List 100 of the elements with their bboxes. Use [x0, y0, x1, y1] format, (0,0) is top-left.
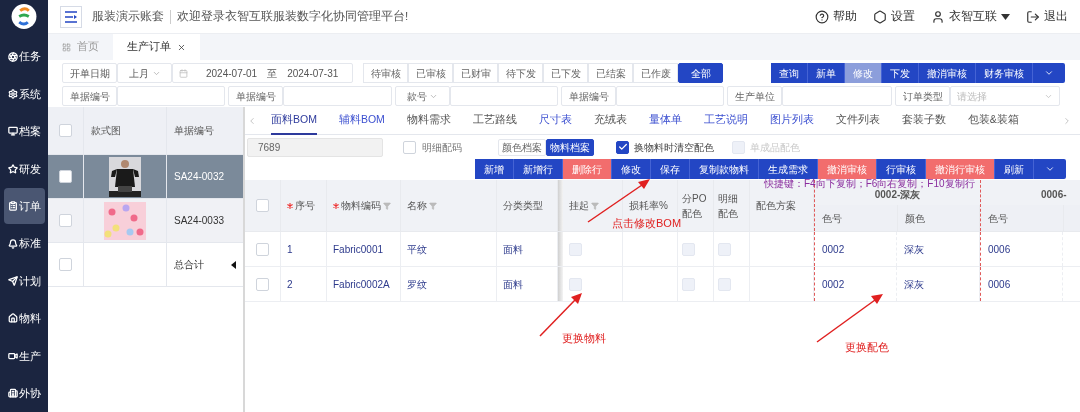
filter-icon[interactable]	[383, 201, 391, 210]
nav-item[interactable]: 计划	[3, 262, 45, 300]
nav-item[interactable]: 任务	[3, 38, 45, 75]
filter-icon[interactable]	[591, 201, 599, 210]
building-icon	[7, 388, 18, 399]
column-header[interactable]: 挂起	[569, 198, 599, 213]
user-icon	[931, 9, 945, 24]
color-group-header: 0002-深灰	[874, 188, 921, 202]
bom-tab[interactable]: 文件列表	[835, 106, 880, 135]
column-header[interactable]: 颜色	[904, 210, 925, 226]
status-filter[interactable]: 已作废	[633, 63, 678, 83]
page-tab[interactable]: 生产订单	[113, 34, 200, 60]
order-row[interactable]: SA24-0033	[48, 199, 243, 243]
input-field[interactable]	[117, 86, 225, 106]
nav-item[interactable]: 外协	[3, 375, 45, 412]
column-header[interactable]: 单据编号	[167, 107, 243, 154]
bom-action-button[interactable]: 新增行	[514, 159, 563, 179]
toolbar-button[interactable]: 撤消审核	[919, 63, 976, 83]
user-menu[interactable]: 衣智互联	[931, 7, 1010, 26]
toolbar-button[interactable]: 查询	[771, 63, 808, 83]
bom-action-button[interactable]: 刷新	[995, 159, 1034, 179]
filter-icon[interactable]	[429, 201, 437, 210]
column-header[interactable]: 物料编码	[333, 198, 391, 213]
toolbar-button[interactable]: 财务审核	[976, 63, 1033, 83]
bom-action-button[interactable]: 生成需求	[759, 159, 818, 179]
status-filter[interactable]: 已结案	[588, 63, 633, 83]
bom-tab[interactable]: 套装子数	[901, 106, 946, 135]
bom-tab[interactable]: 工艺路线	[472, 106, 517, 135]
column-header[interactable]: 分PO配色	[682, 190, 709, 221]
date-type-select[interactable]: 开单日期	[62, 63, 117, 83]
bom-tab[interactable]: 辅料BOM	[338, 106, 385, 135]
status-filter[interactable]: 全部	[678, 63, 723, 83]
grid-icon	[62, 42, 71, 52]
period-select[interactable]: 上月	[117, 63, 172, 83]
nav-item[interactable]: 生产	[3, 337, 45, 375]
select-all-checkbox[interactable]	[256, 199, 269, 212]
order-row[interactable]: SA24-0032	[48, 155, 243, 199]
nav-item[interactable]: 系统	[3, 75, 45, 113]
more-button[interactable]	[1033, 63, 1065, 83]
bom-action-button[interactable]: 修改	[612, 159, 651, 179]
column-header[interactable]: 明细配色	[718, 190, 745, 221]
required-icon	[287, 202, 293, 209]
column-header[interactable]: 款式图	[84, 107, 167, 154]
select-all-checkbox[interactable]	[59, 124, 72, 137]
status-filter[interactable]: 待下发	[498, 63, 543, 83]
field-label[interactable]: 单据编号	[62, 86, 117, 106]
input-field[interactable]	[450, 86, 558, 106]
help-link[interactable]: 帮助	[815, 7, 857, 26]
field-label[interactable]: 款号	[395, 86, 450, 106]
input-field[interactable]	[283, 86, 392, 106]
nav-item[interactable]: 研发	[3, 150, 45, 188]
bom-tab[interactable]: 量体单	[648, 106, 682, 135]
menu-button[interactable]	[60, 5, 82, 28]
status-filter[interactable]: 待审核	[363, 63, 408, 83]
input-field[interactable]	[616, 86, 724, 106]
more-button[interactable]	[1034, 159, 1066, 179]
input-field[interactable]	[782, 86, 892, 106]
table-cell-text: SA24-0033	[174, 214, 225, 228]
bom-tab[interactable]: 尺寸表	[538, 106, 572, 135]
bom-action-button[interactable]: 行审核	[877, 159, 926, 179]
logout-link[interactable]: 退出	[1026, 7, 1068, 26]
column-header[interactable]: 色号	[988, 210, 1008, 226]
column-header[interactable]: 配色方案	[756, 198, 796, 213]
toolbar-button[interactable]: 新单	[808, 63, 845, 83]
bom-tab[interactable]: 面料BOM	[271, 106, 317, 135]
bom-action-button[interactable]: 保存	[651, 159, 690, 179]
settings-link[interactable]: 设置	[873, 7, 915, 26]
shortcut-hint: 快捷键：F4向下复制；F6向右复制；F10复制行	[764, 178, 975, 189]
scroll-left-icon[interactable]	[247, 115, 257, 126]
field-label[interactable]: 单据编号	[561, 86, 616, 106]
column-header[interactable]: 损耗率%	[629, 198, 668, 213]
nav-item[interactable]: 物料	[3, 300, 45, 337]
status-filter[interactable]: 已审核	[408, 63, 453, 83]
bom-tab[interactable]: 充绒表	[593, 106, 627, 135]
bom-action-button[interactable]: 复制款物料	[690, 159, 759, 179]
bom-tab[interactable]: 物料需求	[406, 106, 451, 135]
bom-tab[interactable]: 工艺说明	[703, 106, 748, 135]
column-header[interactable]: 分类类型	[503, 198, 543, 213]
bom-tab[interactable]: 包装&装箱	[967, 106, 1019, 135]
bom-tab[interactable]: 图片列表	[769, 106, 814, 135]
nav-item[interactable]: 标准	[3, 225, 45, 262]
column-header[interactable]: 色号	[822, 210, 842, 226]
search-field[interactable]: 7689	[247, 137, 383, 157]
archive-toggle[interactable]: 颜色档案	[498, 138, 546, 156]
status-filter[interactable]: 已财审	[453, 63, 498, 83]
column-header[interactable]: 序号	[287, 198, 315, 213]
toolbar-button[interactable]: 下发	[882, 63, 919, 83]
nav-item[interactable]: 订单	[3, 188, 45, 225]
status-filter[interactable]: 已下发	[543, 63, 588, 83]
field-label[interactable]: 订单类型	[895, 86, 950, 106]
scroll-right-icon[interactable]	[1062, 115, 1072, 126]
checkbox[interactable]	[616, 140, 629, 154]
field-label[interactable]: 生产单位	[727, 86, 782, 106]
archive-toggle[interactable]: 物料档案	[546, 138, 594, 156]
bom-action-button[interactable]: 新增	[475, 159, 514, 179]
star-icon	[7, 163, 18, 174]
column-header[interactable]: 名称	[407, 198, 437, 213]
nav-item[interactable]: 档案	[3, 113, 45, 150]
date-range-field[interactable]: 2024-07-01 至 2024-07-31	[172, 63, 353, 83]
field-label[interactable]: 单据编号	[228, 86, 283, 106]
